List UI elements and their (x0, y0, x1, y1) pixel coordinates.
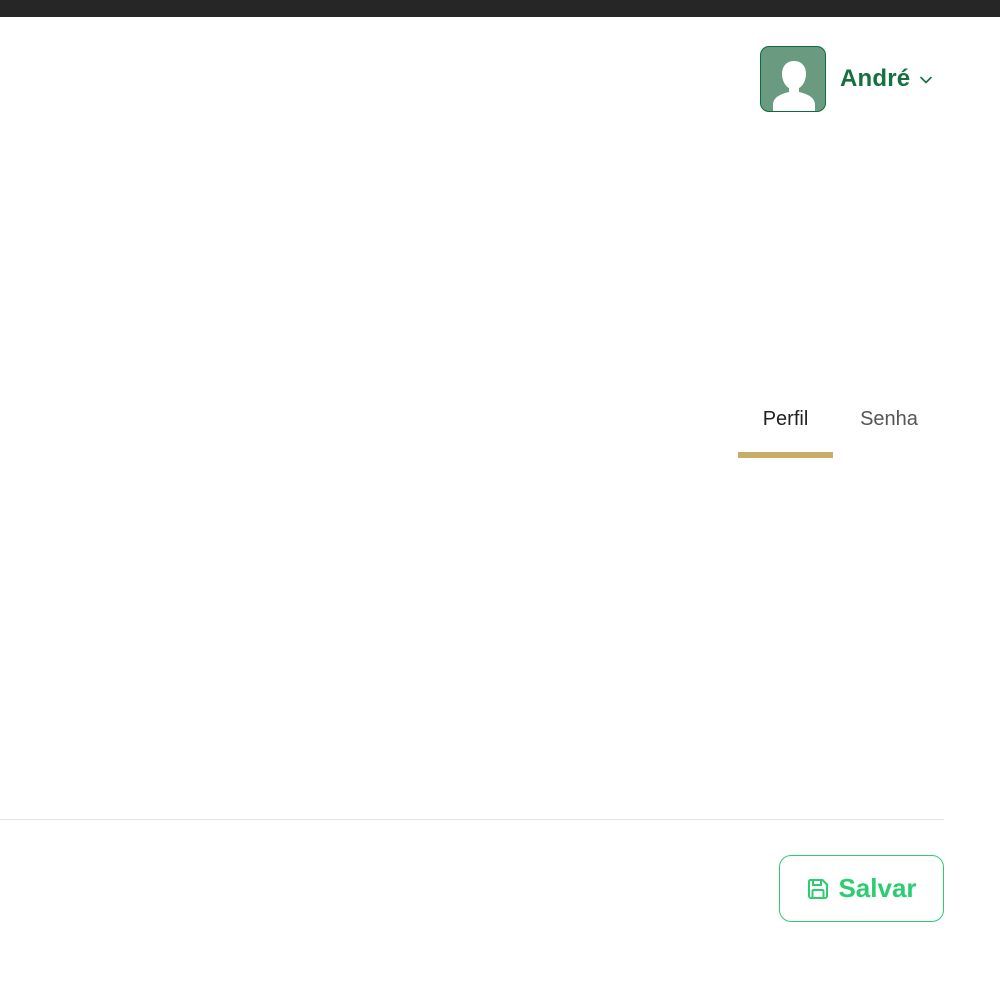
chevron-down-icon[interactable] (920, 76, 933, 84)
user-menu[interactable]: André (760, 44, 933, 113)
user-avatar[interactable] (760, 45, 826, 112)
profile-tabs: Perfil Senha (738, 380, 945, 458)
tab-senha[interactable]: Senha (833, 380, 945, 458)
tab-perfil[interactable]: Perfil (738, 380, 833, 458)
floppy-disk-icon (808, 878, 829, 899)
window-top-bar (0, 0, 1000, 17)
save-button-label: Salvar (838, 873, 917, 903)
user-silhouette-icon (773, 60, 815, 111)
footer-divider (0, 819, 944, 820)
user-name[interactable]: André (840, 65, 910, 93)
save-button[interactable]: Salvar (779, 855, 944, 922)
